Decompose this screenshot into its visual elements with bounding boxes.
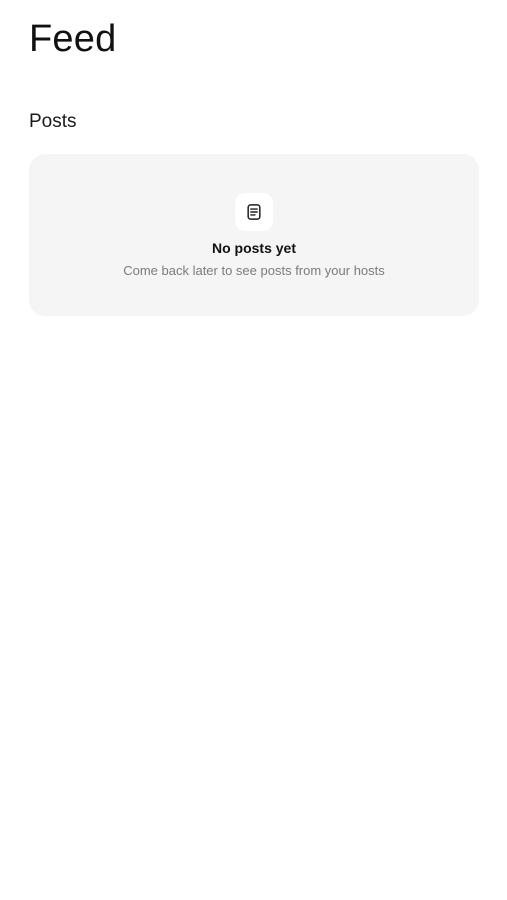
- document-icon: [247, 204, 261, 220]
- posts-section-title: Posts: [29, 111, 77, 132]
- empty-state-title: No posts yet: [211, 240, 296, 256]
- empty-state-subtitle: Come back later to see posts from your h…: [123, 263, 385, 278]
- page-title: Feed: [29, 18, 117, 60]
- document-icon-container: [235, 193, 273, 231]
- feed-page: Feed Posts No posts yet Come back later …: [0, 0, 507, 900]
- posts-empty-state-card: No posts yet Come back later to see post…: [29, 154, 479, 316]
